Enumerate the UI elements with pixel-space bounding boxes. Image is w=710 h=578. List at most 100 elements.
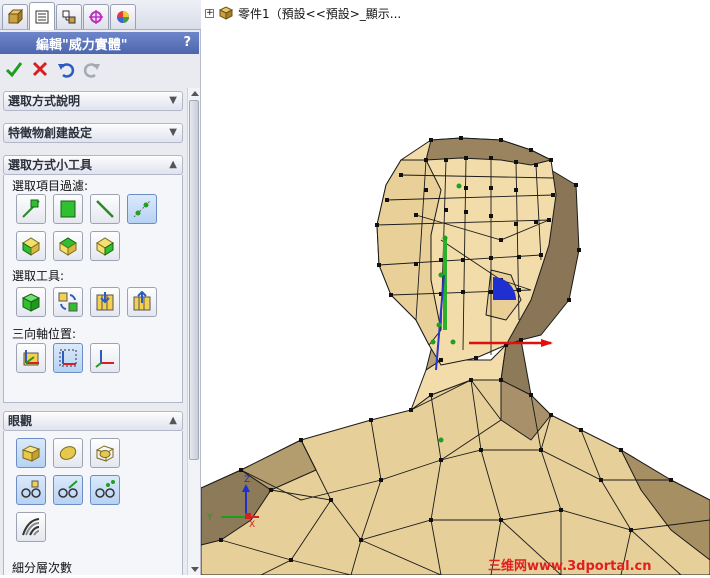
cage-box-icon [95,445,115,462]
tool-select-loop-button[interactable] [127,287,157,317]
panel-scroll-area: 選取方式說明 ▼ 特徵物創建設定 ▼ 選取方式小工具 ▲ 選取項目過濾: 選取工… [0,88,187,575]
display-stripes-button[interactable] [16,512,46,542]
scroll-up-arrow-icon[interactable] [191,91,199,96]
triad-x-arrow-icon [541,339,553,347]
redo-icon [83,63,100,78]
checkmark-icon [5,62,23,78]
filter-line-icon [96,200,114,218]
triad-x-label: X [249,520,255,530]
configuration-manager-icon [62,10,76,24]
filter-vertex-icon [133,200,151,218]
tab-feature-manager[interactable] [2,4,28,29]
filter-solid-a-button[interactable] [16,231,46,261]
triad-origin-icon [95,350,114,368]
group-feature-settings[interactable]: 特徵物創建設定 ▼ [3,123,183,143]
cancel-button[interactable] [30,59,50,79]
tool-shrink-selection-button[interactable] [90,287,120,317]
redo-button[interactable] [82,59,102,79]
x-icon [32,61,48,77]
filter-face-icon [60,200,76,218]
part-icon [218,6,234,20]
display-shaded-button[interactable] [16,438,46,468]
group-feature-settings-label: 特徵物創建設定 [8,126,93,140]
tools-label: 選取工具: [12,269,65,283]
group-selection-help[interactable]: 選取方式說明 ▼ [3,91,183,111]
tab-display-manager[interactable] [110,4,136,29]
filter-vertex-button[interactable] [127,194,157,224]
collapse-chevron-icon: ▲ [169,159,177,170]
select-loop-icon [133,291,151,311]
help-button[interactable]: ? [183,35,191,50]
smooth-ellipse-icon [59,446,77,460]
filter-body-icon [59,237,77,256]
filter-line-button[interactable] [90,194,120,224]
scroll-down-arrow-icon[interactable] [191,567,199,572]
filter-surface-icon [96,237,114,256]
grow-selection-icon [58,292,78,312]
display-cage-button[interactable] [90,438,120,468]
tab-configuration-manager[interactable] [56,4,82,29]
panel-scrollbar[interactable] [187,88,200,575]
scrollbar-thumb[interactable] [189,100,199,460]
triad-y-label: Y [206,513,213,523]
expand-chevron-icon: ▼ [169,95,177,106]
property-manager-icon [35,10,49,23]
glasses-vertex-icon [95,480,115,498]
feature-tree-flyout[interactable]: + 零件1（預設<<預設>_顯示... [205,4,401,22]
filter-solid-c-button[interactable] [90,231,120,261]
zebra-stripes-icon [22,518,40,536]
display-mirror-c-button[interactable] [90,475,120,505]
watermark: 三维网www.3dportal.cn [488,559,652,574]
shaded-box-icon [21,445,41,462]
triad-center-button[interactable] [16,343,46,373]
filter-label: 選取項目過濾: [12,179,89,193]
display-body: 細分層次數 [3,431,183,575]
group-display[interactable]: 眼觀 ▲ [3,411,183,431]
group-selection-tools[interactable]: 選取方式小工具 ▲ [3,155,183,175]
display-mirror-a-button[interactable] [16,475,46,505]
display-mirror-b-button[interactable] [53,475,83,505]
property-manager-panel: 編輯"威力實體" ? 選取方式說明 ▼ 特徵物創建設定 ▼ 選取方式小工具 ▲ … [0,0,201,575]
undo-button[interactable] [56,59,76,79]
glasses-edge-icon [58,480,78,498]
subdivision-label: 細分層次數 [12,561,73,575]
group-selection-tools-label: 選取方式小工具 [8,158,93,172]
glasses-face-icon [21,480,41,498]
graphics-area[interactable]: Z Y X [200,0,710,576]
group-selection-help-label: 選取方式說明 [8,94,81,108]
triad-selection-button[interactable] [53,343,83,373]
triad-selection-icon [59,349,77,367]
expand-chevron-icon: ▼ [169,127,177,138]
collapse-chevron-icon: ▲ [169,415,177,426]
filter-face-button[interactable] [53,194,83,224]
ok-button[interactable] [4,59,24,79]
filter-solid-icon [22,237,40,256]
filter-solid-b-button[interactable] [53,231,83,261]
selection-tools-body: 選取項目過濾: 選取工具: 三向軸位置: [3,175,183,403]
undo-icon [58,63,75,78]
tab-property-manager[interactable] [29,2,55,30]
triad-label: 三向軸位置: [12,327,77,341]
tool-grow-selection-button[interactable] [53,287,83,317]
part-name[interactable]: 零件1（預設<<預設>_顯示... [238,5,401,22]
dimxpert-icon [89,10,103,24]
tool-select-all-button[interactable] [16,287,46,317]
feature-manager-icon [7,9,23,25]
shrink-selection-icon [96,292,114,311]
triad-origin-button[interactable] [90,343,120,373]
manager-tabs [0,0,201,30]
tab-dimxpert[interactable] [83,4,109,29]
property-manager-title: 編輯"威力實體" [36,37,128,53]
mesh-model-viewport[interactable]: Z Y X [200,0,710,576]
filter-edge-icon [22,199,40,218]
group-display-label: 眼觀 [8,414,33,428]
filter-edge-button[interactable] [16,194,46,224]
mesh-head-left-face [376,159,442,346]
triad-center-icon [23,350,39,366]
cube-icon [21,293,41,312]
triad-z-label: Z [244,475,250,485]
property-manager-title-bar: 編輯"威力實體" ? [0,32,199,54]
display-smooth-button[interactable] [53,438,83,468]
action-bar [0,56,199,82]
tree-expander[interactable]: + [205,8,214,18]
